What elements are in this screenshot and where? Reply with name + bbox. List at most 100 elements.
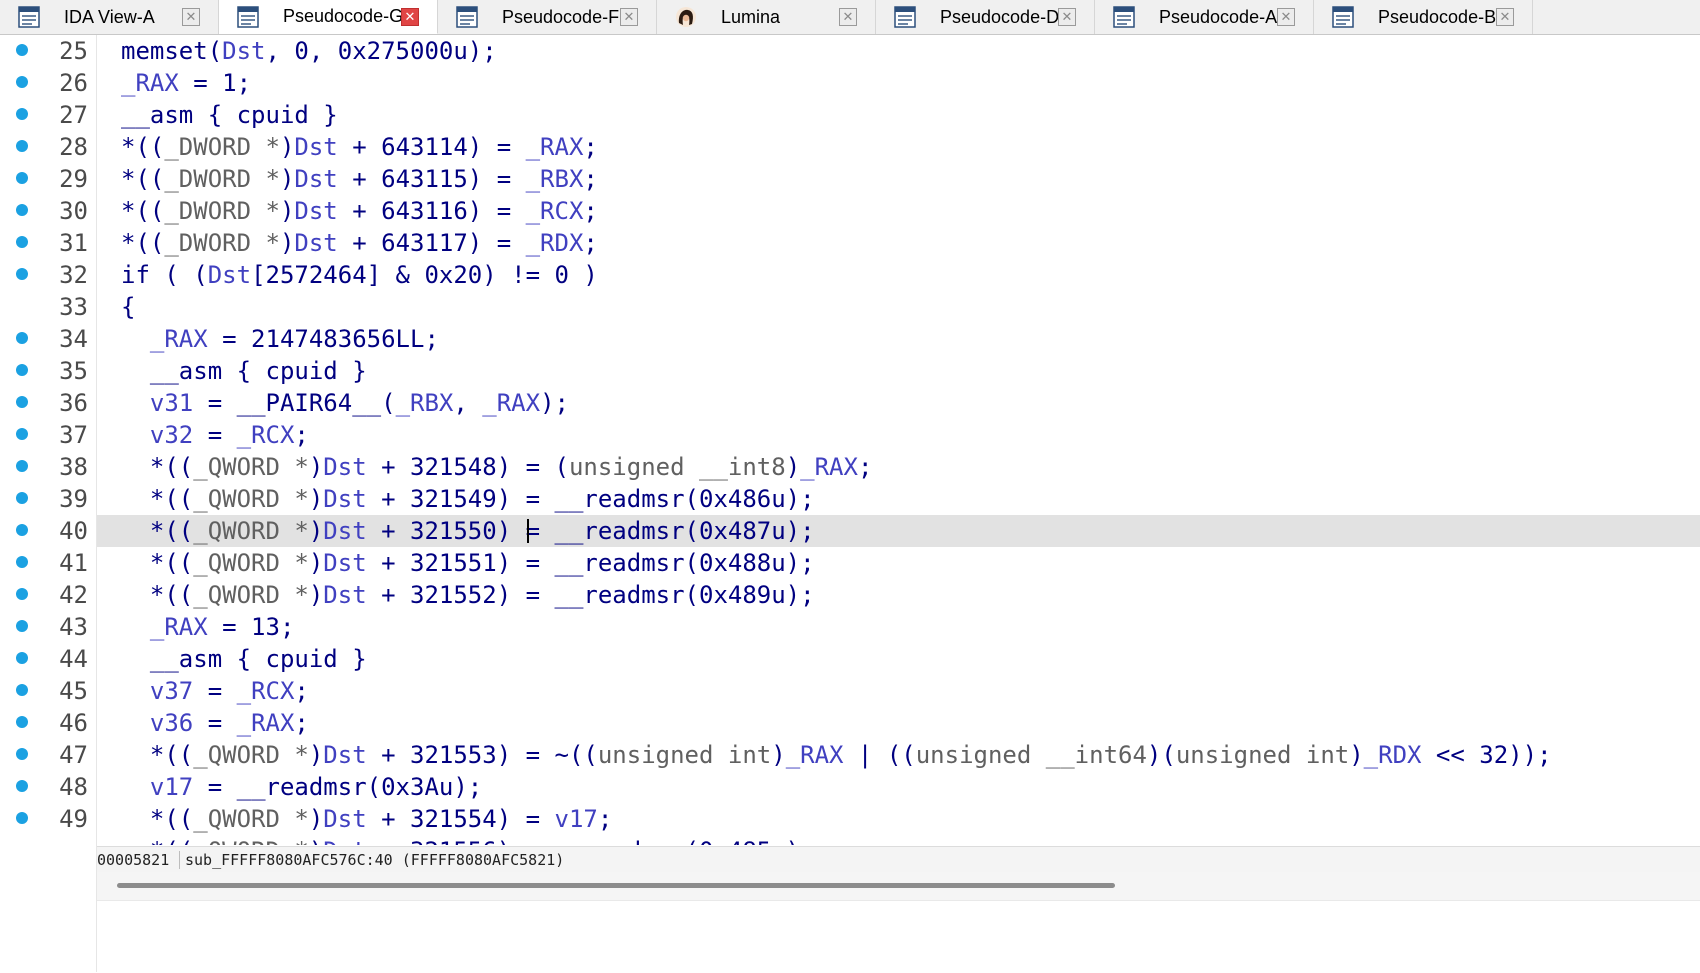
gutter-line[interactable]: 49 — [0, 803, 96, 835]
close-icon[interactable]: ✕ — [182, 8, 200, 26]
gutter-line[interactable]: 40 — [0, 515, 96, 547]
code-identifier: _RAX — [800, 453, 858, 481]
breakpoint-dot-icon[interactable] — [16, 492, 28, 504]
gutter-line[interactable]: 43 — [0, 611, 96, 643]
gutter-line[interactable]: 44 — [0, 643, 96, 675]
breakpoint-dot-icon[interactable] — [16, 652, 28, 664]
code-line[interactable]: *((_QWORD *)Dst + 321548) = (unsigned __… — [97, 451, 1700, 483]
breakpoint-dot-icon[interactable] — [16, 332, 28, 344]
breakpoint-dot-icon[interactable] — [16, 140, 28, 152]
gutter-line[interactable]: 27 — [0, 99, 96, 131]
gutter-line[interactable]: 25 — [0, 35, 96, 67]
breakpoint-dot-icon[interactable] — [16, 620, 28, 632]
horizontal-scrollbar[interactable] — [97, 872, 1700, 900]
breakpoint-dot-icon[interactable] — [16, 172, 28, 184]
close-icon[interactable]: ✕ — [1496, 8, 1514, 26]
close-icon[interactable]: ✕ — [1277, 8, 1295, 26]
tab-pseudocode-f[interactable]: Pseudocode-F ✕ — [438, 0, 657, 34]
gutter-line[interactable]: 31 — [0, 227, 96, 259]
gutter-line[interactable]: 28 — [0, 131, 96, 163]
code-line[interactable]: v36 = _RAX; — [97, 707, 1700, 739]
code-line[interactable]: __asm { cpuid } — [97, 355, 1700, 387]
gutter-line[interactable] — [0, 835, 96, 867]
code-line[interactable]: *((_DWORD *)Dst + 643114) = _RAX; — [97, 131, 1700, 163]
breakpoint-dot-icon[interactable] — [16, 524, 28, 536]
code-line[interactable]: __asm { cpuid } — [97, 643, 1700, 675]
close-icon[interactable]: ✕ — [839, 8, 857, 26]
code-line[interactable]: v37 = _RCX; — [97, 675, 1700, 707]
breakpoint-dot-icon[interactable] — [16, 748, 28, 760]
breakpoint-dot-icon[interactable] — [16, 364, 28, 376]
code-token: + 643116) = — [337, 197, 526, 225]
code-line[interactable]: _RAX = 1; — [97, 67, 1700, 99]
code-line[interactable]: _RAX = 2147483656LL; — [97, 323, 1700, 355]
gutter-line[interactable]: 26 — [0, 67, 96, 99]
gutter-line[interactable]: 37 — [0, 419, 96, 451]
breakpoint-dot-icon[interactable] — [16, 812, 28, 824]
tab-ida-view-a[interactable]: IDA View-A ✕ — [0, 0, 219, 34]
breakpoint-dot-icon[interactable] — [16, 236, 28, 248]
code-line[interactable]: v32 = _RCX; — [97, 419, 1700, 451]
gutter-line[interactable]: 39 — [0, 483, 96, 515]
breakpoint-dot-icon[interactable] — [16, 396, 28, 408]
code-line[interactable]: *((_QWORD *)Dst + 321549) = __readmsr(0x… — [97, 483, 1700, 515]
gutter-line[interactable]: 36 — [0, 387, 96, 419]
gutter-line[interactable]: 45 — [0, 675, 96, 707]
gutter-line[interactable]: 42 — [0, 579, 96, 611]
scrollbar-thumb[interactable] — [117, 883, 1115, 888]
close-icon[interactable]: ✕ — [401, 8, 419, 26]
code-line[interactable]: *((_QWORD *)Dst + 321552) = __readmsr(0x… — [97, 579, 1700, 611]
code-line[interactable]: _RAX = 13; — [97, 611, 1700, 643]
gutter-line[interactable]: 32 — [0, 259, 96, 291]
tab-pseudocode-b[interactable]: Pseudocode-B ✕ — [1314, 0, 1533, 34]
breakpoint-dot-icon[interactable] — [16, 716, 28, 728]
breakpoint-dot-icon[interactable] — [16, 684, 28, 696]
code-line[interactable]: __asm { cpuid } — [97, 99, 1700, 131]
close-icon[interactable]: ✕ — [1058, 8, 1076, 26]
gutter-line[interactable]: 41 — [0, 547, 96, 579]
breakpoint-dot-icon[interactable] — [16, 44, 28, 56]
code-line[interactable]: *((_DWORD *)Dst + 643116) = _RCX; — [97, 195, 1700, 227]
line-number-gutter[interactable]: 25 26 27 28 29 30 31 32 33 34 35 36 37 38 39 40 41 42 43 44… — [0, 35, 97, 972]
pseudocode-editor[interactable]: memset(Dst, 0, 0x275000u); _RAX = 1; __asm… — [97, 35, 1700, 845]
code-token: *(( — [121, 485, 194, 513]
code-line[interactable]: v31 = __PAIR64__(_RBX, _RAX); — [97, 387, 1700, 419]
breakpoint-dot-icon[interactable] — [16, 780, 28, 792]
gutter-line[interactable]: 46 — [0, 707, 96, 739]
code-identifier: _RBX — [395, 389, 454, 417]
gutter-line[interactable]: 33 — [0, 291, 96, 323]
breakpoint-dot-icon[interactable] — [16, 76, 28, 88]
code-line[interactable]: *((_DWORD *)Dst + 643117) = _RDX; — [97, 227, 1700, 259]
code-line[interactable]: memset(Dst, 0, 0x275000u); — [97, 35, 1700, 67]
tab-pseudocode-d[interactable]: Pseudocode-D ✕ — [876, 0, 1095, 34]
gutter-line[interactable]: 38 — [0, 451, 96, 483]
tab-pseudocode-g[interactable]: Pseudocode-G ✕ — [219, 0, 438, 34]
code-line[interactable]: v17 = __readmsr(0x3Au); — [97, 771, 1700, 803]
gutter-line[interactable]: 34 — [0, 323, 96, 355]
gutter-line[interactable]: 35 — [0, 355, 96, 387]
code-line[interactable]: *((_QWORD *)Dst + 321553) = ~((unsigned … — [97, 739, 1700, 771]
code-line[interactable]: { — [97, 291, 1700, 323]
code-line[interactable]: if ( (Dst[2572464] & 0x20) != 0 ) — [97, 259, 1700, 291]
close-icon[interactable]: ✕ — [620, 8, 638, 26]
code-line[interactable]: *((_QWORD *)Dst + 321554) = v17; — [97, 803, 1700, 835]
breakpoint-dot-icon[interactable] — [16, 588, 28, 600]
breakpoint-dot-icon[interactable] — [16, 460, 28, 472]
breakpoint-dot-icon[interactable] — [16, 204, 28, 216]
code-token: + 321553) = ~(( — [366, 741, 598, 769]
gutter-line[interactable]: 29 — [0, 163, 96, 195]
breakpoint-dot-icon[interactable] — [16, 108, 28, 120]
breakpoint-dot-icon[interactable] — [16, 428, 28, 440]
code-line[interactable]: *((_DWORD *)Dst + 643115) = _RBX; — [97, 163, 1700, 195]
breakpoint-dot-icon[interactable] — [16, 556, 28, 568]
tab-lumina[interactable]: Lumina ✕ — [657, 0, 876, 34]
gutter-line[interactable]: 48 — [0, 771, 96, 803]
gutter-line[interactable]: 30 — [0, 195, 96, 227]
code-line-current[interactable]: *((_QWORD *)Dst + 321550) = __readmsr(0x… — [97, 515, 1700, 547]
code-line[interactable]: *((_QWORD *)Dst + 321551) = __readmsr(0x… — [97, 547, 1700, 579]
code-identifier: v17 — [149, 773, 194, 801]
breakpoint-dot-icon[interactable] — [16, 268, 28, 280]
tab-pseudocode-a[interactable]: Pseudocode-A ✕ — [1095, 0, 1314, 34]
gutter-line[interactable]: 47 — [0, 739, 96, 771]
code-line[interactable]: *((_QWORD *)Dst + 321556) = __readmsr(0x… — [97, 835, 1700, 845]
